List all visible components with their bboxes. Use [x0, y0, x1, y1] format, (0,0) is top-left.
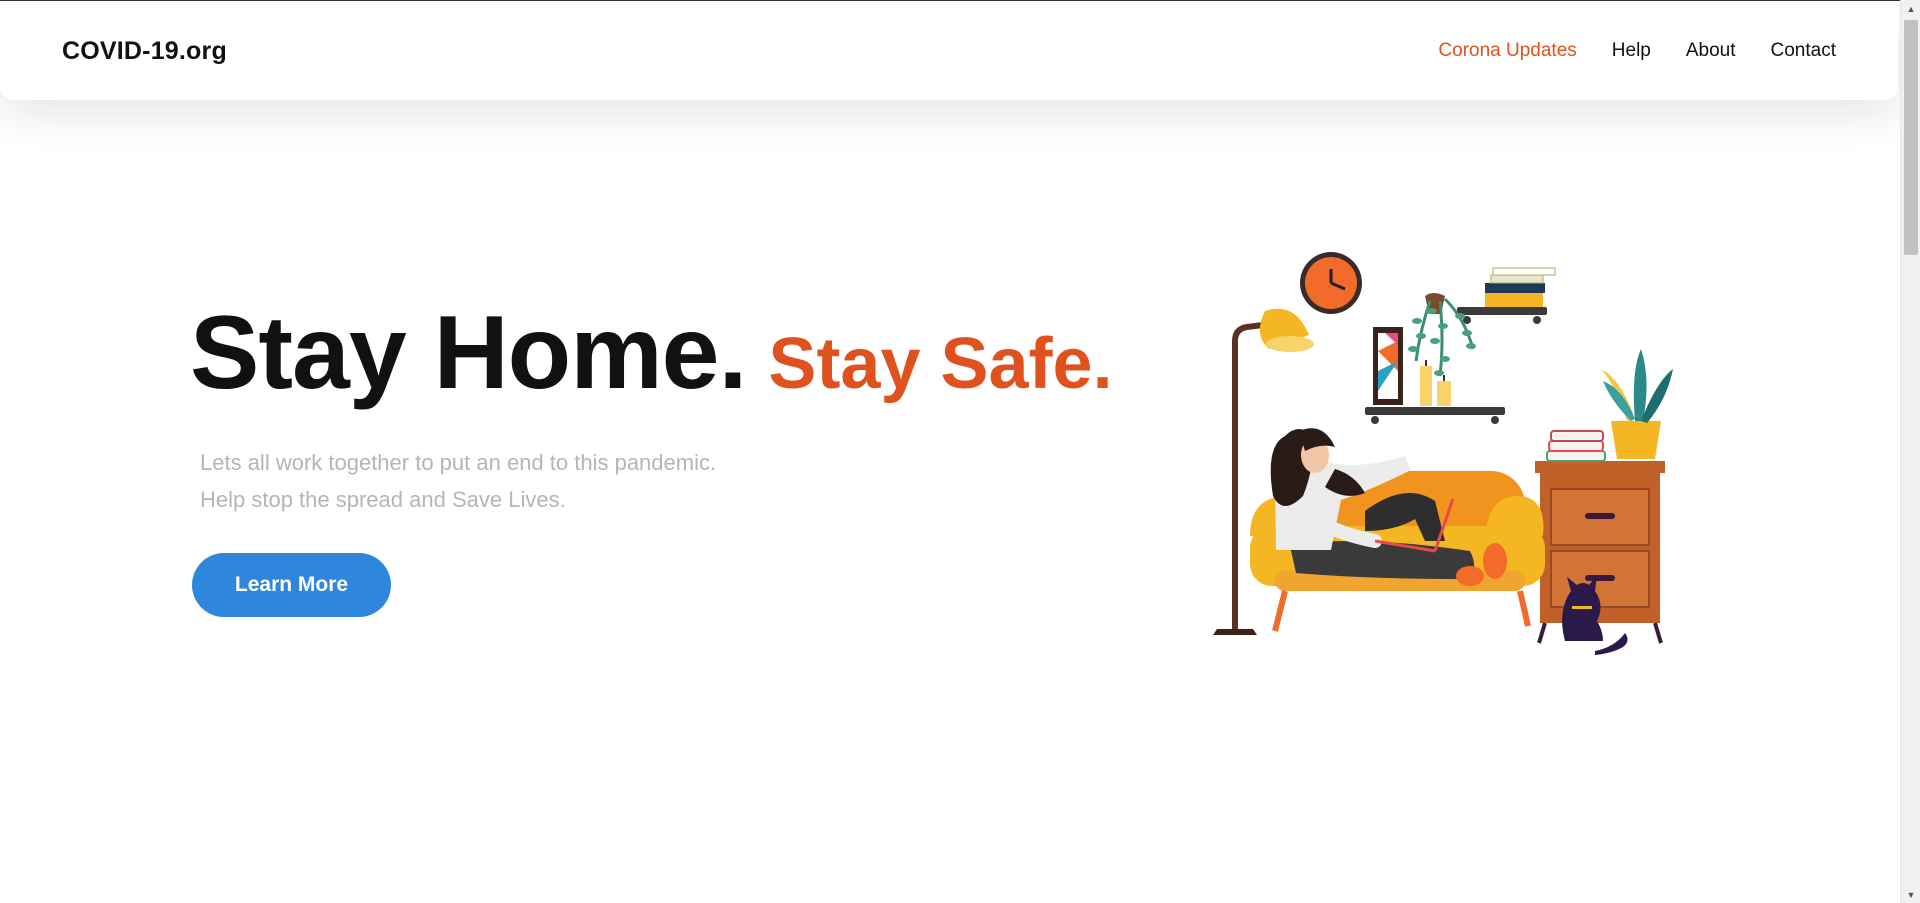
- browser-viewport: COVID-19.org Corona Updates Help About C…: [0, 0, 1900, 903]
- hero-title-main: Stay Home.: [190, 295, 747, 411]
- potted-plant-icon: [1601, 349, 1673, 459]
- hero-title-accent: Stay Safe.: [768, 324, 1113, 404]
- picture-frame-icon: [1373, 327, 1403, 405]
- hanging-plant-icon: [1408, 293, 1476, 377]
- page: COVID-19.org Corona Updates Help About C…: [0, 0, 1920, 903]
- scroll-down-arrow-icon[interactable]: ▼: [1901, 886, 1920, 903]
- learn-more-button[interactable]: Learn More: [192, 553, 391, 617]
- brand-logo[interactable]: COVID-19.org: [62, 37, 227, 66]
- hero-title: Stay Home. Stay Safe.: [190, 301, 1113, 405]
- stay-home-illustration: [1213, 252, 1673, 655]
- hero-subtitle: Lets all work together to put an end to …: [200, 444, 716, 518]
- candles-icon: [1420, 360, 1451, 406]
- nav-links: Corona Updates Help About Contact: [1438, 40, 1836, 62]
- navbar: COVID-19.org Corona Updates Help About C…: [0, 2, 1898, 100]
- books-icon: [1457, 267, 1556, 324]
- nav-link-contact[interactable]: Contact: [1771, 40, 1836, 62]
- nav-link-corona-updates[interactable]: Corona Updates: [1438, 40, 1576, 62]
- hero-subtitle-line-1: Lets all work together to put an end to …: [200, 450, 717, 475]
- scroll-up-arrow-icon[interactable]: ▲: [1901, 0, 1920, 17]
- nav-link-about[interactable]: About: [1686, 40, 1736, 62]
- hero-subtitle-line-2: Help stop the spread and Save Lives.: [200, 487, 566, 512]
- wall-clock-icon: [1300, 252, 1362, 314]
- vertical-scrollbar[interactable]: ▲ ▼: [1900, 0, 1920, 903]
- scrollbar-thumb[interactable]: [1904, 20, 1918, 255]
- nav-link-help[interactable]: Help: [1612, 40, 1651, 62]
